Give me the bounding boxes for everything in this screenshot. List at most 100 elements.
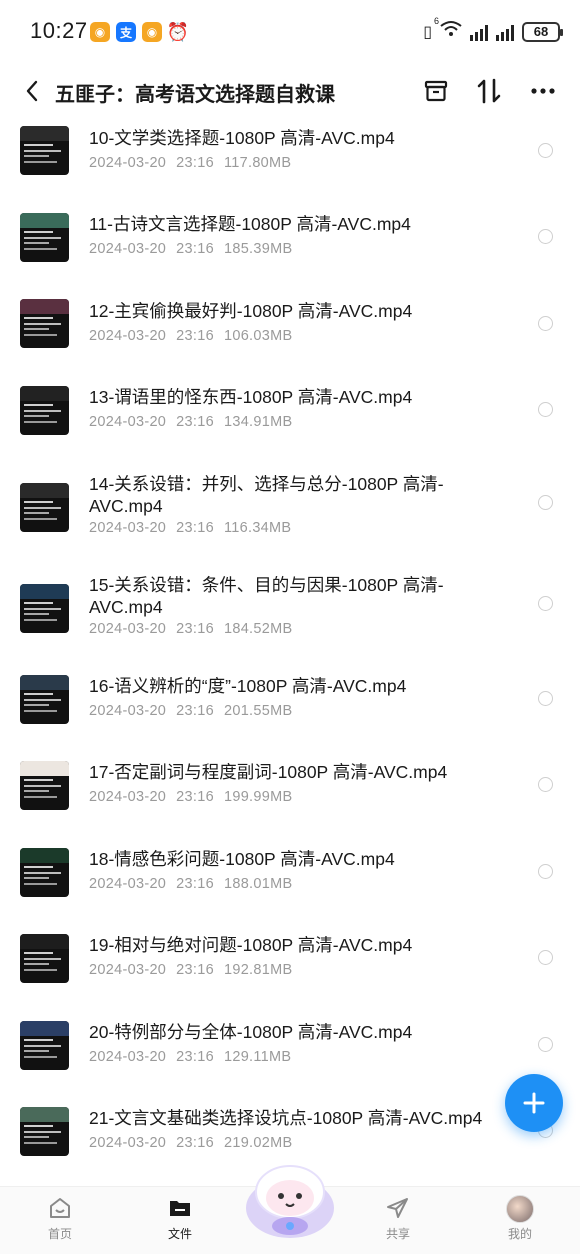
nav-mine-label: 我的 [507,1227,532,1241]
assistant-mascot[interactable] [244,1162,336,1242]
video-thumbnail [20,934,69,983]
status-time: 10:27 [30,18,88,43]
more-icon [531,88,555,94]
file-row[interactable]: 17-否定副词与程度副词-1080P 高清-AVC.mp4 2024-03-20 2… [0,752,580,838]
file-meta: 2024-03-20 23:16 117.80MB [89,155,291,171]
file-size: 185.39MB [223,241,293,257]
file-date: 2024-03-20 [89,155,167,171]
select-radio[interactable] [538,950,553,965]
file-date: 2024-03-20 [89,621,167,637]
wifi-icon: 6 [434,16,462,43]
video-thumbnail [20,1021,69,1070]
status-bar: 10:27 ◉ 支 ◉ ⏰ ▯ 6 68 [0,0,580,66]
vibrate-icon: ▯ [423,23,432,41]
file-meta: 2024-03-20 23:16 184.52MB [89,621,292,637]
file-meta: 2024-03-20 23:16 199.99MB [89,789,292,805]
file-row[interactable]: 19-相对与绝对问题-1080P 高清-AVC.mp4 2024-03-20 23:… [0,925,580,1011]
file-size: 219.02MB [223,1135,293,1151]
signal-icon [496,23,514,41]
file-meta: 2024-03-20 23:16 116.34MB [89,520,291,536]
file-meta: 2024-03-20 23:16 219.02MB [89,1135,292,1151]
nav-home[interactable]: 首页 [25,1195,95,1242]
video-thumbnail [20,761,69,810]
file-row[interactable]: 12-主宾偷换最好判-1080P 高清-AVC.mp4 2024-03-20 23:… [0,291,580,377]
file-name: 17-否定副词与程度副词-1080P 高清-AVC.mp4 [89,762,448,782]
file-time: 23:16 [176,155,214,171]
select-radio[interactable] [538,1037,553,1052]
file-meta: 2024-03-20 23:16 106.03MB [89,328,292,344]
file-name: 14-关系设错：并列、选择与总分-1080P 高清-AVC.mp4 [89,474,444,516]
battery-icon: 68 [522,21,563,42]
add-button[interactable] [505,1074,563,1132]
file-size: 129.11MB [223,1049,292,1065]
sort-button[interactable] [474,76,504,106]
file-meta: 2024-03-20 23:16 129.11MB [89,1049,291,1065]
page-title: 五匪子：高考语文选择题自救课 [55,84,335,106]
file-meta: 2024-03-20 23:16 185.39MB [89,241,292,257]
video-thumbnail [20,299,69,348]
file-size: 199.99MB [223,789,293,805]
select-radio[interactable] [538,691,553,706]
file-row[interactable]: 20-特例部分与全体-1080P 高清-AVC.mp4 2024-03-20 23:… [0,1012,580,1098]
file-size: 188.01MB [223,876,293,892]
file-size: 117.80MB [223,155,292,171]
file-name: 15-关系设错：条件、目的与因果-1080P 高清-AVC.mp4 [89,575,444,617]
file-name: 20-特例部分与全体-1080P 高清-AVC.mp4 [89,1022,413,1042]
status-indicators: ▯ 6 68 [423,16,563,43]
file-time: 23:16 [176,703,214,719]
file-size: 201.55MB [223,703,293,719]
nav-share-label: 共享 [385,1227,410,1241]
file-row[interactable]: 15-关系设错：条件、目的与因果-1080P 高清-AVC.mp4 2024-03… [0,565,580,651]
file-row[interactable]: 16-语义辨析的“度”-1080P 高清-AVC.mp4 2024-03-20 23… [0,666,580,752]
file-name: 10-文学类选择题-1080P 高清-AVC.mp4 [89,128,395,148]
alipay-icon: 支 [116,22,136,42]
file-name: 13-谓语里的怪东西-1080P 高清-AVC.mp4 [89,387,413,407]
file-time: 23:16 [176,414,214,430]
file-date: 2024-03-20 [89,1135,167,1151]
file-meta: 2024-03-20 23:16 188.01MB [89,876,292,892]
file-date: 2024-03-20 [89,241,167,257]
select-radio[interactable] [538,316,553,331]
file-meta: 2024-03-20 23:16 134.91MB [89,414,292,430]
video-thumbnail [20,848,69,897]
file-time: 23:16 [176,1049,214,1065]
file-name: 11-古诗文言选择题-1080P 高清-AVC.mp4 [89,214,411,234]
back-button[interactable] [18,76,46,106]
folder-icon [170,1201,190,1216]
archive-button[interactable] [421,76,451,106]
file-date: 2024-03-20 [89,789,167,805]
video-thumbnail [20,1107,69,1156]
nav-home-label: 首页 [47,1227,72,1241]
file-date: 2024-03-20 [89,520,167,536]
weibo-icon: ◉ [90,22,110,42]
file-date: 2024-03-20 [89,876,167,892]
select-radio[interactable] [538,864,553,879]
file-row[interactable]: 10-文学类选择题-1080P 高清-AVC.mp4 2024-03-20 23:1… [0,118,580,204]
file-meta: 2024-03-20 23:16 201.55MB [89,703,292,719]
network-type-label: 6 [434,16,440,26]
file-date: 2024-03-20 [89,962,167,978]
signal-icon [470,23,488,41]
file-date: 2024-03-20 [89,703,167,719]
file-row[interactable]: 14-关系设错：并列、选择与总分-1080P 高清-AVC.mp4 2024-03… [0,464,580,550]
select-radio[interactable] [538,495,553,510]
select-radio[interactable] [538,229,553,244]
file-row[interactable]: 11-古诗文言选择题-1080P 高清-AVC.mp4 2024-03-20 23:… [0,204,580,290]
file-row[interactable]: 13-谓语里的怪东西-1080P 高清-AVC.mp4 2024-03-20 23:… [0,377,580,463]
file-name: 16-语义辨析的“度”-1080P 高清-AVC.mp4 [89,676,407,696]
file-time: 23:16 [176,241,214,257]
nav-mine[interactable]: 我的 [485,1195,555,1242]
avatar [506,1195,534,1223]
select-radio[interactable] [538,777,553,792]
weibo-icon: ◉ [142,22,162,42]
sort-icon [477,78,501,104]
select-radio[interactable] [538,143,553,158]
more-button[interactable] [528,76,558,106]
nav-files[interactable]: 文件 [145,1195,215,1242]
select-radio[interactable] [538,596,553,611]
file-date: 2024-03-20 [89,328,167,344]
file-time: 23:16 [176,962,214,978]
file-row[interactable]: 18-情感色彩问题-1080P 高清-AVC.mp4 2024-03-20 23:1… [0,839,580,925]
nav-share[interactable]: 共享 [363,1195,433,1242]
select-radio[interactable] [538,402,553,417]
